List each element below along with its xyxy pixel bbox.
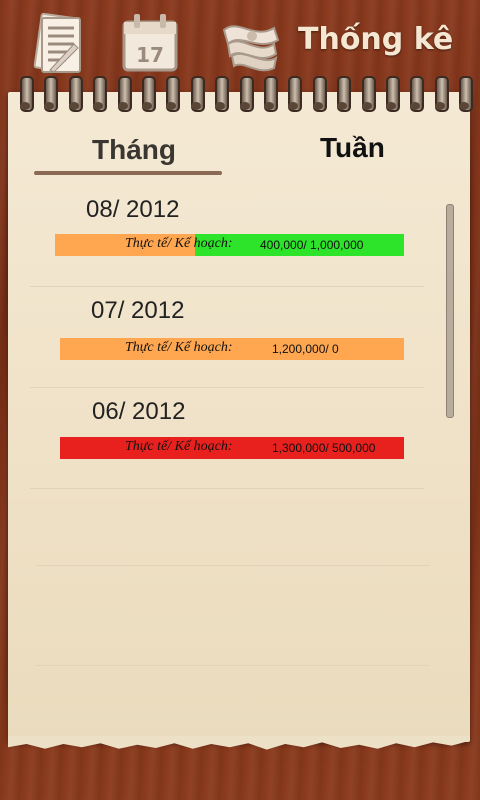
tab-selected-indicator xyxy=(34,171,222,175)
list-item[interactable]: 08/ 2012 Thực tế/ Kế hoạch: 400,000/ 1,0… xyxy=(30,186,424,287)
calendar-day: 17 xyxy=(136,43,164,67)
month-title: 06/ 2012 xyxy=(92,398,186,425)
progress-label: Thực tế/ Kế hoạch: xyxy=(125,340,233,355)
spiral-hole xyxy=(117,102,128,110)
spiral-hole xyxy=(386,102,396,110)
spiral-hole xyxy=(68,102,79,110)
progress-label: Thực tế/ Kế hoạch: xyxy=(125,236,233,251)
tab-month[interactable]: Tháng xyxy=(92,134,176,166)
divider xyxy=(36,665,430,666)
spiral-hole xyxy=(239,102,250,110)
page-title: Thống kê xyxy=(298,22,454,57)
spiral-hole xyxy=(312,102,323,110)
money-icon[interactable] xyxy=(218,10,282,76)
progress-label: Thực tế/ Kế hoạch: xyxy=(125,439,233,454)
month-list[interactable]: 08/ 2012 Thực tế/ Kế hoạch: 400,000/ 1,0… xyxy=(30,186,430,489)
paper-torn-edge xyxy=(8,736,470,750)
scrollbar[interactable] xyxy=(446,204,454,418)
calendar-icon[interactable]: 17 xyxy=(120,10,180,76)
month-title: 07/ 2012 xyxy=(91,297,185,324)
tab-week[interactable]: Tuần xyxy=(320,132,385,164)
progress-bar: Thực tế/ Kế hoạch: 400,000/ 1,000,000 xyxy=(55,234,404,256)
divider xyxy=(36,565,430,566)
progress-value: 1,200,000/ 0 xyxy=(272,342,339,356)
list-item[interactable]: 06/ 2012 Thực tế/ Kế hoạch: 1,300,000/ 5… xyxy=(30,388,424,489)
progress-bar: Thực tế/ Kế hoạch: 1,300,000/ 500,000 xyxy=(60,437,404,459)
notes-icon[interactable] xyxy=(30,10,90,76)
list-item[interactable]: 07/ 2012 Thực tế/ Kế hoạch: 1,200,000/ 0 xyxy=(30,287,424,388)
month-title: 08/ 2012 xyxy=(86,196,180,223)
spiral-binding xyxy=(14,76,474,116)
progress-value: 400,000/ 1,000,000 xyxy=(260,238,364,252)
spiral-hole xyxy=(20,102,30,110)
progress-value: 1,300,000/ 500,000 xyxy=(272,441,376,455)
spiral-hole xyxy=(434,102,445,110)
spiral-hole xyxy=(264,102,274,110)
spiral-hole xyxy=(142,102,152,110)
spiral-hole xyxy=(361,102,372,110)
spiral-hole xyxy=(190,102,201,110)
progress-bar: Thực tế/ Kế hoạch: 1,200,000/ 0 xyxy=(60,338,404,360)
